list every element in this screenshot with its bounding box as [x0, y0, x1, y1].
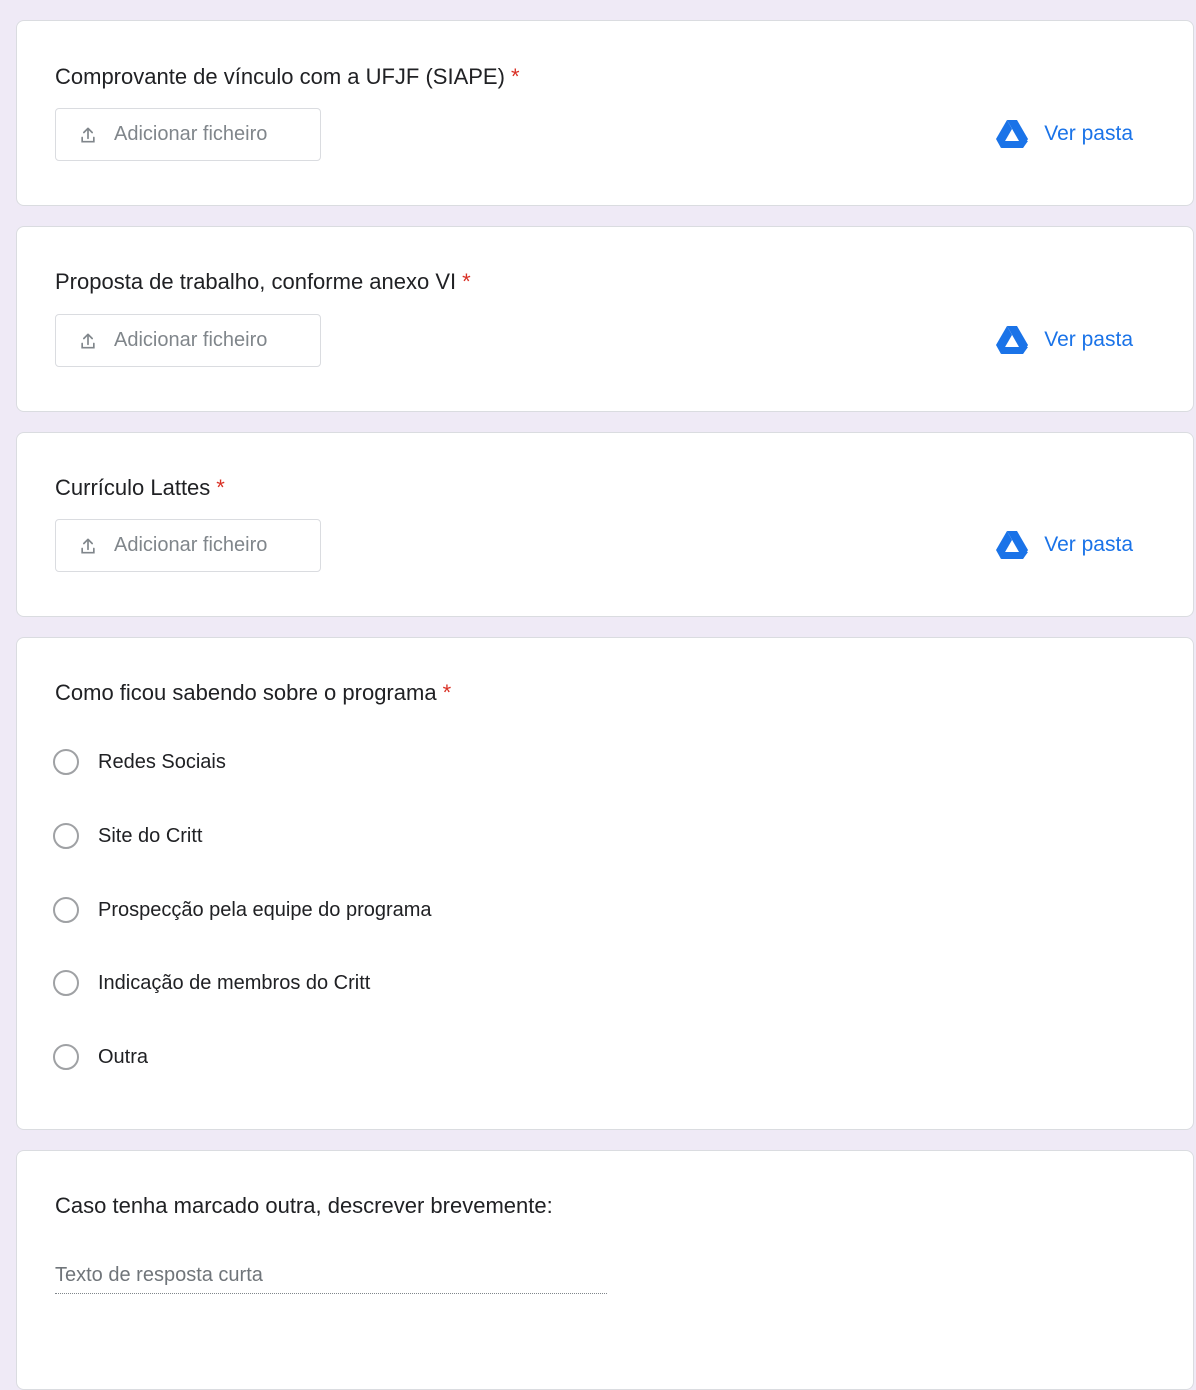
required-asterisk: * — [216, 475, 225, 500]
radio-option-label: Site do Critt — [98, 824, 203, 847]
question-card-descrever: Caso tenha marcado outra, descrever brev… — [16, 1150, 1194, 1390]
radio-button[interactable] — [53, 823, 79, 849]
radio-option-site-do-critt[interactable]: Site do Critt — [53, 823, 202, 849]
question-title-text: Caso tenha marcado outra, descrever brev… — [55, 1193, 553, 1218]
question-card-siape: Comprovante de vínculo com a UFJF (SIAPE… — [16, 20, 1194, 206]
question-title-text: Comprovante de vínculo com a UFJF (SIAPE… — [55, 64, 505, 89]
radio-option-label: Prospecção pela equipe do programa — [98, 898, 432, 921]
required-asterisk: * — [442, 680, 452, 705]
google-drive-icon — [996, 120, 1029, 148]
view-folder-link[interactable]: Ver pasta — [995, 325, 1133, 355]
view-folder-label: Ver pasta — [1044, 533, 1133, 556]
question-title-text: Como ficou sabendo sobre o programa — [55, 680, 437, 705]
question-title-text: Proposta de trabalho, conforme anexo VI — [55, 269, 457, 294]
google-drive-icon — [996, 326, 1029, 354]
question-title-text: Currículo Lattes — [55, 475, 211, 500]
question-card-lattes: Currículo Lattes * Adicionar ficheiro Ver… — [16, 432, 1194, 617]
question-title: Comprovante de vínculo com a UFJF (SIAPE… — [55, 64, 520, 90]
short-answer-input[interactable] — [55, 1257, 607, 1294]
add-file-label: Adicionar ficheiro — [114, 123, 268, 145]
radio-button[interactable] — [53, 897, 79, 923]
radio-button[interactable] — [53, 970, 79, 996]
question-title: Como ficou sabendo sobre o programa * — [55, 680, 451, 706]
radio-button[interactable] — [53, 749, 79, 775]
radio-option-redes-sociais[interactable]: Redes Sociais — [53, 749, 226, 775]
add-file-button[interactable]: Adicionar ficheiro — [55, 519, 321, 572]
radio-option-label: Redes Sociais — [98, 750, 226, 773]
radio-option-indicacao[interactable]: Indicação de membros do Critt — [53, 970, 370, 996]
upload-icon — [81, 127, 95, 142]
view-folder-label: Ver pasta — [1044, 328, 1133, 351]
question-title: Caso tenha marcado outra, descrever brev… — [55, 1193, 553, 1219]
add-file-button[interactable]: Adicionar ficheiro — [55, 108, 321, 161]
add-file-button[interactable]: Adicionar ficheiro — [55, 314, 321, 367]
add-file-label: Adicionar ficheiro — [114, 329, 268, 351]
radio-button[interactable] — [53, 1044, 79, 1070]
required-asterisk: * — [462, 269, 471, 294]
add-file-label: Adicionar ficheiro — [114, 534, 268, 556]
view-folder-label: Ver pasta — [1044, 122, 1133, 145]
view-folder-link[interactable]: Ver pasta — [995, 119, 1133, 149]
question-title: Proposta de trabalho, conforme anexo VI * — [55, 269, 471, 295]
question-title: Currículo Lattes * — [55, 475, 225, 501]
upload-icon — [81, 333, 95, 348]
view-folder-link[interactable]: Ver pasta — [995, 530, 1133, 560]
question-card-como-ficou-sabendo: Como ficou sabendo sobre o programa * Red… — [16, 637, 1194, 1130]
question-card-proposta: Proposta de trabalho, conforme anexo VI *… — [16, 226, 1194, 412]
google-drive-icon — [996, 531, 1029, 559]
radio-option-prospeccao[interactable]: Prospecção pela equipe do programa — [53, 897, 432, 923]
required-asterisk: * — [510, 64, 520, 89]
radio-option-label: Outra — [98, 1045, 149, 1068]
radio-option-label: Indicação de membros do Critt — [98, 971, 371, 994]
upload-icon — [81, 538, 95, 553]
radio-option-outra[interactable]: Outra — [53, 1044, 148, 1070]
